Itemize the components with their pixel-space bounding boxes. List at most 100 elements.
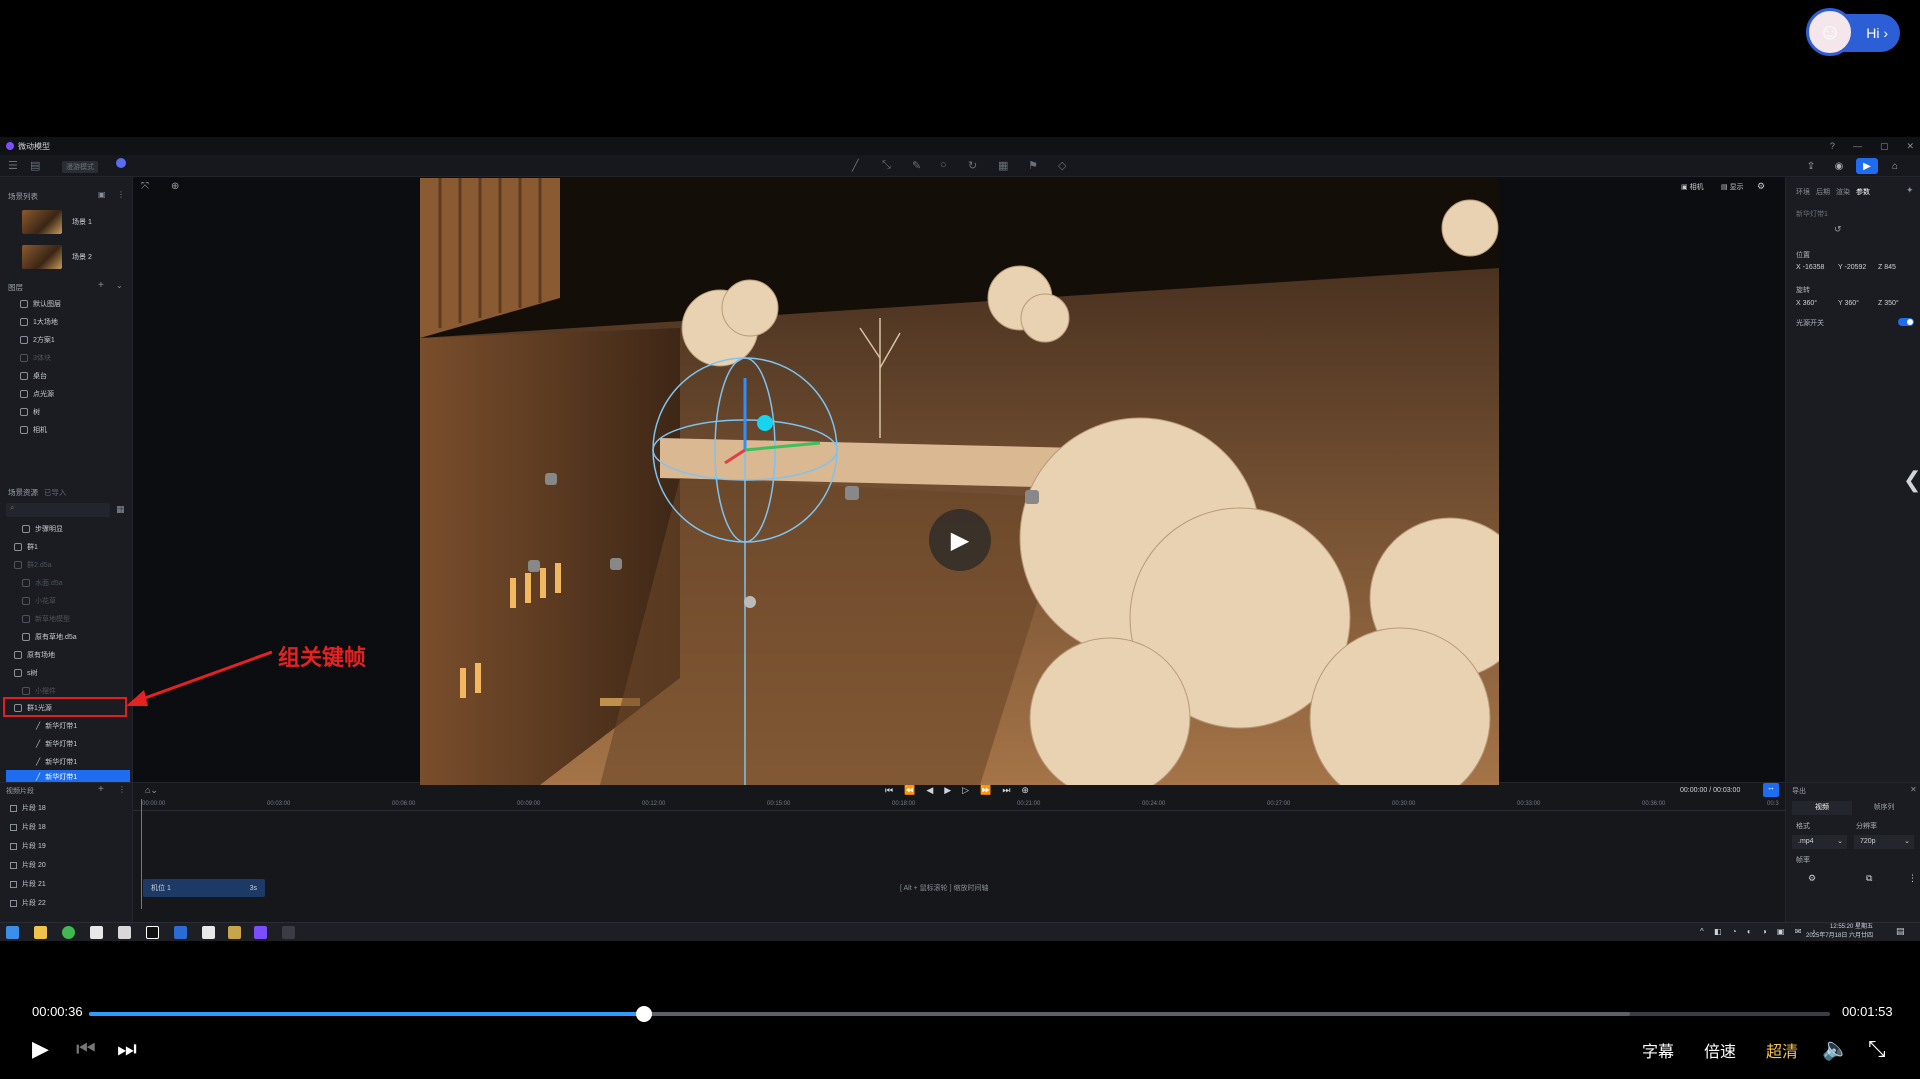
share-icon[interactable]: ⇪ [1800,158,1822,174]
clip-item[interactable]: 片段 22 [10,896,130,910]
asset-item[interactable]: 步骤明显 [22,522,142,536]
tab-post[interactable]: 后期 [1816,187,1830,197]
add-layer-icon[interactable]: + [98,280,104,291]
rotate-tool-icon[interactable]: ↻ [968,159,977,172]
render-ball-icon[interactable] [116,158,126,168]
scene-list-add-icon[interactable]: ▣ [98,190,106,199]
windows-start-icon[interactable] [6,926,19,939]
play-pause-icon[interactable]: ▶ [32,1036,49,1062]
rotation-x-field[interactable]: X 360° [1796,296,1817,310]
next-icon[interactable]: ⏭ [117,1036,137,1062]
position-y-field[interactable]: Y -20592 [1838,260,1866,274]
taskbar-clock[interactable]: 12:55:20 星期五 2025年7月18日 六月廿四 [1806,923,1873,941]
screenshot-icon[interactable]: ◉ [1828,158,1850,174]
layer-item[interactable]: 2方案1 [20,333,140,347]
export-copy-icon[interactable]: ⧉ [1866,873,1872,884]
layer-item[interactable]: 默认图层 [20,297,140,311]
eye-icon[interactable] [20,354,28,362]
brush-tool-icon[interactable]: ✎ [912,159,921,172]
video-play-overlay-button[interactable]: ▶ [929,509,991,571]
step-back-icon[interactable]: ◀ [926,785,933,796]
capcut-icon[interactable] [146,926,159,939]
tab-sequence[interactable]: 帧序列 [1854,801,1914,815]
clip-item[interactable]: 片段 18 [10,801,130,815]
close-icon[interactable]: ✕ [1906,141,1914,152]
scene-item[interactable]: 场景 1 [22,207,132,237]
flag-tool-icon[interactable]: ⚑ [1028,159,1038,172]
layer-item[interactable]: 桌台 [20,369,140,383]
axis-gizmo-icon[interactable]: ⤧ [141,181,149,192]
asset-item[interactable]: 新草地模型 [22,612,142,626]
asset-item[interactable]: 小花草 [22,594,142,608]
tab-params[interactable]: 参数 [1856,187,1870,197]
assets-imported-tab[interactable]: 已导入 [44,487,67,498]
prev-keyframe-icon[interactable]: ⏪ [904,785,915,796]
exit-fullscreen-icon[interactable]: ⤡ [1868,1036,1886,1062]
subtitle-button[interactable]: 字幕 [1642,1038,1674,1062]
path-tool-icon[interactable]: ⤡ [882,159,891,172]
fit-timeline-icon[interactable]: ↔ [1763,783,1779,797]
next-keyframe-icon[interactable]: ⏩ [980,785,991,796]
asset-item[interactable]: 群2.d5a [14,558,134,572]
clip-item[interactable]: 片段 21 [10,877,130,891]
progress-knob[interactable] [636,1006,653,1022]
layer-item[interactable]: 1大场地 [20,315,140,329]
add-clip-icon[interactable]: + [98,784,104,795]
resolution-select[interactable]: 720p ⌄ [1854,835,1914,849]
format-select[interactable]: .mp4 ⌄ [1792,835,1847,849]
render-settings-icon[interactable]: ⚙ [1757,181,1765,192]
panorama-icon[interactable]: ⌂ [1884,158,1906,174]
tab-video[interactable]: 视频 [1792,801,1852,815]
clip-item[interactable]: 片段 19 [10,839,130,853]
eye-icon[interactable] [20,318,28,326]
export-settings-icon[interactable]: ⚙ [1808,873,1816,884]
layer-item[interactable]: 点光源 [20,387,140,401]
position-x-field[interactable]: X -16358 [1796,260,1824,274]
render-view[interactable] [420,178,1499,785]
more-icon[interactable]: ⋮ [117,190,125,199]
speed-button[interactable]: 倍速 [1704,1038,1736,1062]
eye-icon[interactable] [20,300,28,308]
add-keyframe-icon[interactable]: ⊕ [1021,785,1029,796]
volume-icon[interactable]: 🔈 [1822,1036,1849,1062]
app-icon[interactable] [118,926,131,939]
camera-clip-block[interactable]: 机位 1 3s [143,879,265,897]
help-icon[interactable]: ? [1830,141,1835,151]
minimize-icon[interactable]: — [1853,141,1862,151]
previous-icon[interactable]: ⏮ [76,1036,96,1062]
grid-view-icon[interactable]: ▦ [116,504,125,515]
micromodel-app-icon[interactable] [254,926,267,939]
app-icon[interactable] [228,926,241,939]
camera-button[interactable]: ▣ 相机 [1681,182,1704,192]
reset-icon[interactable]: ↺ [1834,224,1842,235]
eye-icon[interactable] [20,390,28,398]
menu-icon[interactable]: ☰ [8,159,18,172]
clip-item[interactable]: 片段 18 [10,820,130,834]
skip-start-icon[interactable]: ⏮ [885,785,893,796]
tab-environment[interactable]: 环境 [1796,187,1810,197]
maximize-icon[interactable]: ▢ [1880,141,1889,152]
export-more-icon[interactable]: ⋮ [1908,873,1917,884]
line-tool-icon[interactable]: ╱ [852,159,859,172]
scene-item[interactable]: 场景 2 [22,242,132,272]
skip-end-icon[interactable]: ⏭ [1002,785,1010,796]
tab-render[interactable]: 渲染 [1836,187,1850,197]
circle-tool-icon[interactable]: ○ [940,159,947,171]
assistant-hi-button[interactable]: ☺ Hi › [1806,8,1900,56]
asset-item[interactable]: s树 [14,666,134,680]
globe-icon[interactable]: ⊕ [171,181,179,192]
assets-title[interactable]: 场景资源 [8,487,38,498]
clips-more-icon[interactable]: ⋮ [118,785,126,794]
rotation-y-field[interactable]: Y 360° [1838,296,1859,310]
file-explorer-icon[interactable] [34,926,47,939]
browser-icon[interactable] [62,926,75,939]
position-z-field[interactable]: Z 845 [1878,260,1896,274]
step-forward-icon[interactable]: ▷ [962,785,969,796]
video-mode-icon[interactable]: ▶ [1856,158,1878,174]
collapse-icon[interactable]: ⌄ [116,281,123,290]
photoshop-icon[interactable] [202,926,215,939]
eye-icon[interactable] [20,336,28,344]
export-close-icon[interactable]: ✕ [1910,785,1917,794]
camera-app-icon[interactable] [282,926,295,939]
eye-icon[interactable] [20,372,28,380]
